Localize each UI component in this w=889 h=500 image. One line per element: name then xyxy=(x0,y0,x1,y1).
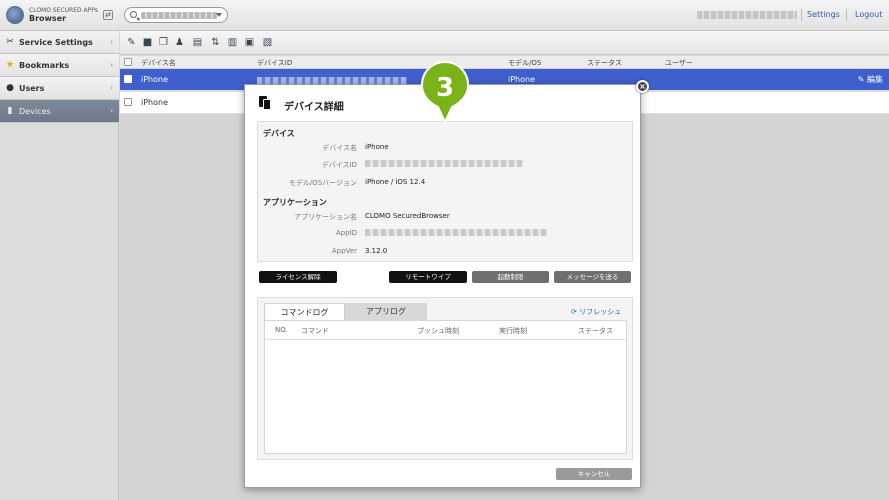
column-exec-time: 実行時刻 xyxy=(499,327,527,335)
assign-user-icon[interactable]: ♟ xyxy=(174,37,185,48)
column-device-id[interactable]: デバイスID xyxy=(257,58,292,68)
device-id-redacted xyxy=(257,77,407,84)
chevron-down-icon xyxy=(216,13,222,17)
device-name-label: デバイス名 xyxy=(322,144,357,152)
app-id-redacted xyxy=(365,229,547,236)
search-icon xyxy=(130,11,137,18)
trash-icon[interactable]: ■ xyxy=(142,37,153,48)
edit-icon[interactable]: ✎ xyxy=(126,37,137,48)
model-os-cell: iPhone xyxy=(508,75,536,84)
user-name-redacted xyxy=(697,11,797,19)
dialog-title: デバイス詳細 xyxy=(284,102,344,113)
device-name-value: iPhone xyxy=(365,143,389,151)
toolbar: ✎ ■ ❐ ♟ ▤ ⇅ ▥ ▣ ▧ xyxy=(120,31,889,55)
top-bar: CLOMO SECURED APPs Browser ⇄ Settings Lo… xyxy=(0,0,889,31)
tab-app-log[interactable]: アプリログ xyxy=(345,303,427,320)
sidebar-item-label: Devices xyxy=(19,107,51,116)
column-no: NO. xyxy=(275,326,288,334)
device-name-cell: iPhone xyxy=(141,75,169,84)
tab-command-log[interactable]: コマンドログ xyxy=(264,303,345,320)
chevron-right-icon: › xyxy=(110,61,113,69)
device-icon xyxy=(259,96,271,110)
model-os-value: iPhone / iOS 12.4 xyxy=(365,178,426,186)
chevron-right-icon: › xyxy=(110,84,113,92)
app-ver-value: 3.12.0 xyxy=(365,247,388,255)
header-divider xyxy=(801,9,802,21)
device-section-title: デバイス xyxy=(263,129,295,138)
close-icon[interactable]: × xyxy=(636,80,649,93)
sidebar-item-users[interactable]: ● Users › xyxy=(0,77,119,100)
column-status[interactable]: ステータス xyxy=(587,58,622,68)
monitor-icon[interactable]: ▣ xyxy=(244,37,255,48)
column-model-os[interactable]: モデル/OS xyxy=(508,58,541,68)
star-icon: ★ xyxy=(5,60,15,70)
user-icon: ● xyxy=(6,83,14,93)
column-device-name[interactable]: デバイス名 xyxy=(141,58,176,68)
search-value-redacted xyxy=(141,12,217,19)
settings-link[interactable]: Settings xyxy=(807,10,840,19)
document-icon[interactable]: ▤ xyxy=(192,37,203,48)
row-checkbox[interactable] xyxy=(124,98,132,106)
log-table-header: NO. コマンド プッシュ時刻 実行時刻 ステータス xyxy=(265,321,626,340)
sidebar-item-bookmarks[interactable]: ★ Bookmarks › xyxy=(0,54,119,77)
device-name-cell: iPhone xyxy=(141,98,169,107)
app-switch-icon[interactable]: ⇄ xyxy=(103,10,113,20)
device-id-label: デバイスID xyxy=(321,161,357,169)
sidebar-item-devices[interactable]: ▮ Devices › xyxy=(0,100,119,123)
device-icon: ▮ xyxy=(7,106,13,116)
step-callout-badge: 3 xyxy=(420,60,470,124)
sort-icon[interactable]: ⇅ xyxy=(210,37,221,48)
remote-wipe-button[interactable]: リモートワイプ xyxy=(389,271,467,283)
step-number: 3 xyxy=(436,73,454,103)
sidebar-item-label: Bookmarks xyxy=(19,61,70,70)
chevron-right-icon: › xyxy=(110,107,113,115)
app-name-value: CLOMO SecuredBrowser xyxy=(365,212,450,220)
sidebar-item-label: Users xyxy=(19,84,45,93)
export-icon[interactable]: ▥ xyxy=(227,37,238,48)
copy-icon[interactable]: ❐ xyxy=(158,37,169,48)
chevron-right-icon: › xyxy=(110,38,113,46)
model-os-label: モデル/OSバージョン xyxy=(288,179,357,187)
send-message-button[interactable]: メッセージを送る xyxy=(554,271,631,283)
launch-restriction-button[interactable]: 起動制限 xyxy=(472,271,549,283)
device-id-redacted xyxy=(365,160,523,167)
command-log-table: NO. コマンド プッシュ時刻 実行時刻 ステータス xyxy=(264,320,627,454)
column-status: ステータス xyxy=(578,327,613,335)
sidebar-item-service-settings[interactable]: ✂ Service Settings › xyxy=(0,31,119,54)
app-name-line2: Browser xyxy=(29,14,67,23)
edit-label: 編集 xyxy=(867,75,883,84)
refresh-label: リフレッシュ xyxy=(579,308,622,316)
license-release-button[interactable]: ライセンス解除 xyxy=(259,271,337,283)
tools-icon: ✂ xyxy=(6,37,14,47)
app-name-label: アプリケーション名 xyxy=(294,213,357,221)
logout-link[interactable]: Logout xyxy=(855,10,882,19)
app-name-line1: CLOMO SECURED APPs xyxy=(29,7,98,14)
refresh-link[interactable]: ⟳ リフレッシュ xyxy=(571,307,621,317)
app-id-label: AppID xyxy=(335,229,357,237)
search-select[interactable] xyxy=(124,7,228,23)
edit-link[interactable]: ✎ 編集 xyxy=(858,74,883,85)
select-all-checkbox[interactable] xyxy=(124,58,132,66)
row-checkbox[interactable] xyxy=(124,75,132,83)
sidebar-item-label: Service Settings xyxy=(19,38,93,47)
column-user[interactable]: ユーザー xyxy=(665,58,693,68)
header-divider xyxy=(846,9,847,21)
app-logo-icon xyxy=(6,6,24,24)
app-ver-label: AppVer xyxy=(331,247,357,255)
sidebar: ✂ Service Settings › ★ Bookmarks › ● Use… xyxy=(0,31,119,500)
import-icon[interactable]: ▧ xyxy=(262,37,273,48)
device-table-header: デバイス名 デバイスID モデル/OS ステータス ユーザー xyxy=(120,56,889,69)
column-push-time: プッシュ時刻 xyxy=(417,327,459,335)
column-command: コマンド xyxy=(301,327,329,335)
cancel-button[interactable]: キャンセル xyxy=(556,468,632,480)
app-section-title: アプリケーション xyxy=(263,198,327,207)
